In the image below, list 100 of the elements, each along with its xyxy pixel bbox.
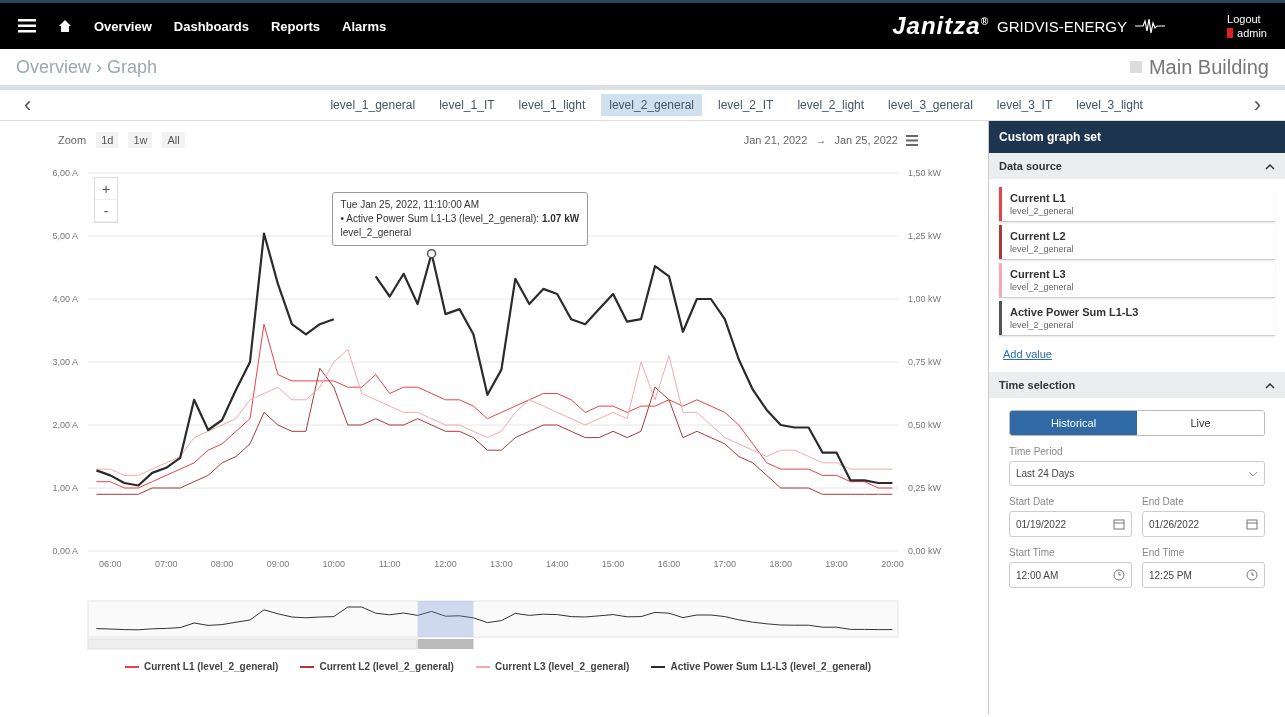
axis-tick-label: 11:00 [378, 559, 401, 569]
time-field[interactable]: 12:25 PM [1142, 562, 1265, 588]
field-label: End Date [1142, 496, 1185, 507]
section-header[interactable]: Data source [989, 153, 1285, 179]
field-label: Start Date [1009, 496, 1056, 507]
hover-marker [426, 248, 437, 259]
axis-tick-label: 0,75 kW [908, 357, 941, 367]
range-end[interactable]: Jan 25, 2022 [834, 134, 898, 146]
axis-tick-label: 10:00 [322, 559, 346, 569]
legend-item[interactable]: Current L1 (level_2_general) [124, 661, 279, 672]
series-name: Current L2 [1010, 230, 1067, 242]
axis-tick-label: 1,25 kW [908, 231, 941, 241]
chart-tooltip: Tue Jan 25, 2022, 11:10:00 AM • Active Power Sum L1-L3 (level_2_general): 1.07 kW level_2_general [331, 191, 589, 246]
axis-tick-label: 19:00 [825, 559, 848, 569]
legend-item[interactable]: Current L3 (level_2_general) [475, 661, 630, 672]
logout-link[interactable]: Logout [1227, 13, 1267, 25]
axis-tick-label: 14:00 [546, 559, 569, 569]
data-source-item[interactable]: Active Power Sum L1-L3 level_2_general [999, 301, 1275, 336]
axis-tick-label: 06:00 [99, 559, 122, 569]
section-title: Time selection [999, 379, 1076, 391]
axis-tick-label: 07:00 [154, 559, 178, 569]
tab[interactable]: level_1_general [322, 94, 424, 116]
axis-tick-label: 09:00 [266, 559, 290, 569]
waveform-icon [1135, 18, 1166, 34]
series-name: Current L3 [1010, 268, 1067, 280]
user-name: admin [1237, 27, 1267, 39]
series-source: level_2_general [1010, 282, 1074, 292]
next-button[interactable]: › [1247, 92, 1267, 118]
legend-item[interactable]: Current L2 (level_2_general) [300, 661, 454, 672]
date-field[interactable]: 01/26/2022 [1142, 511, 1265, 537]
axis-tick-label: 08:00 [210, 559, 234, 569]
section-title: Data source [999, 160, 1062, 172]
add-value-link[interactable]: Add value [1003, 348, 1052, 360]
data-source-item[interactable]: Current L2 level_2_general [999, 225, 1275, 260]
axis-tick-label: 1,00 kW [908, 294, 941, 304]
axis-tick-label: 13:00 [490, 559, 513, 569]
nav-link[interactable]: Overview [94, 18, 152, 34]
range-selector[interactable] [417, 601, 474, 637]
axis-tick-label: 6,00 A [52, 168, 78, 178]
series-name: Active Power Sum L1-L3 [1010, 306, 1139, 318]
home-icon[interactable] [58, 19, 72, 33]
caret-icon [1248, 469, 1258, 478]
nav-link[interactable]: Alarms [342, 18, 387, 34]
legend-item[interactable]: Active Power Sum L1-L3 (level_2_general) [651, 661, 872, 672]
field-label: Time Period [1009, 446, 1064, 457]
data-source-item[interactable]: Current L1 level_2_general [999, 187, 1275, 222]
series-name: Current L1 [1010, 192, 1067, 204]
mode-toggle[interactable]: Historical [1010, 411, 1137, 435]
tab[interactable]: level_2_IT [710, 94, 782, 116]
time-field[interactable]: 12:00 AM [1009, 562, 1132, 588]
axis-tick-label: 17:00 [713, 559, 737, 569]
calendar-icon [1246, 518, 1258, 530]
tab[interactable]: level_2_light [789, 94, 873, 116]
data-source-item[interactable]: Current L3 level_2_general [999, 263, 1275, 298]
dropdown[interactable]: Last 24 Days [1009, 461, 1265, 486]
zoom-option[interactable]: All [162, 132, 185, 148]
brand-logo: Janitza$^{®}$ [892, 12, 989, 40]
axis-tick-label: 20:00 [881, 559, 904, 569]
clock-icon [1246, 569, 1258, 581]
axis-tick-label: 1,50 kW [908, 168, 941, 178]
axis-tick-label: 16:00 [657, 559, 681, 569]
axis-tick-label: 15:00 [601, 559, 625, 569]
series-source: level_2_general [1010, 206, 1074, 216]
tab[interactable]: level_3_general [880, 94, 981, 116]
axis-tick-label: 0,00 A [52, 546, 78, 556]
axis-tick-label: 0,00 kW [908, 546, 941, 556]
scrollbar[interactable] [87, 638, 418, 650]
tab[interactable]: level_1_light [510, 94, 594, 116]
field-label: Start Time [1009, 547, 1056, 558]
zoom-label: Zoom [58, 134, 87, 146]
zoom-option[interactable]: 1w [128, 132, 153, 148]
axis-tick-label: 2,00 A [52, 420, 78, 430]
nav-link[interactable]: Dashboards [173, 18, 249, 34]
clock-icon [1113, 569, 1125, 581]
axis-tick-label: 18:00 [769, 559, 792, 569]
location-name: Main Building [1148, 55, 1269, 79]
field-label: End Time [1142, 547, 1186, 558]
axis-tick-label: 5,00 A [52, 231, 78, 241]
tab[interactable]: level_2_general [601, 94, 702, 116]
section-header[interactable]: Time selection [989, 372, 1285, 398]
axis-tick-label: 0,50 kW [908, 420, 941, 430]
series-source: level_2_general [1010, 244, 1074, 254]
previous-button[interactable]: ‹ [18, 92, 38, 118]
series-source: level_2_general [1010, 320, 1075, 330]
menu-icon[interactable] [18, 19, 36, 33]
calendar-icon [1113, 518, 1125, 530]
nav-link[interactable]: Reports [270, 18, 321, 34]
range-start[interactable]: Jan 21, 2022 [743, 134, 808, 146]
date-field[interactable]: 01/19/2022 [1009, 511, 1132, 537]
scrollbar-thumb[interactable] [417, 639, 474, 649]
axis-tick-label: 1,00 A [52, 483, 78, 493]
axis-tick-label: 4,00 A [52, 294, 78, 304]
zoom-option[interactable]: 1d [96, 132, 119, 148]
tab[interactable]: level_3_IT [988, 94, 1061, 116]
axis-tick-label: 12:00 [434, 559, 457, 569]
breadcrumb: Overview › Graph [16, 56, 158, 78]
range-arrow: → [815, 134, 827, 146]
product-name: GRIDVIS-ENERGY [997, 17, 1128, 35]
tab[interactable]: level_1_IT [431, 94, 503, 116]
tab[interactable]: level_3_light [1068, 94, 1151, 116]
